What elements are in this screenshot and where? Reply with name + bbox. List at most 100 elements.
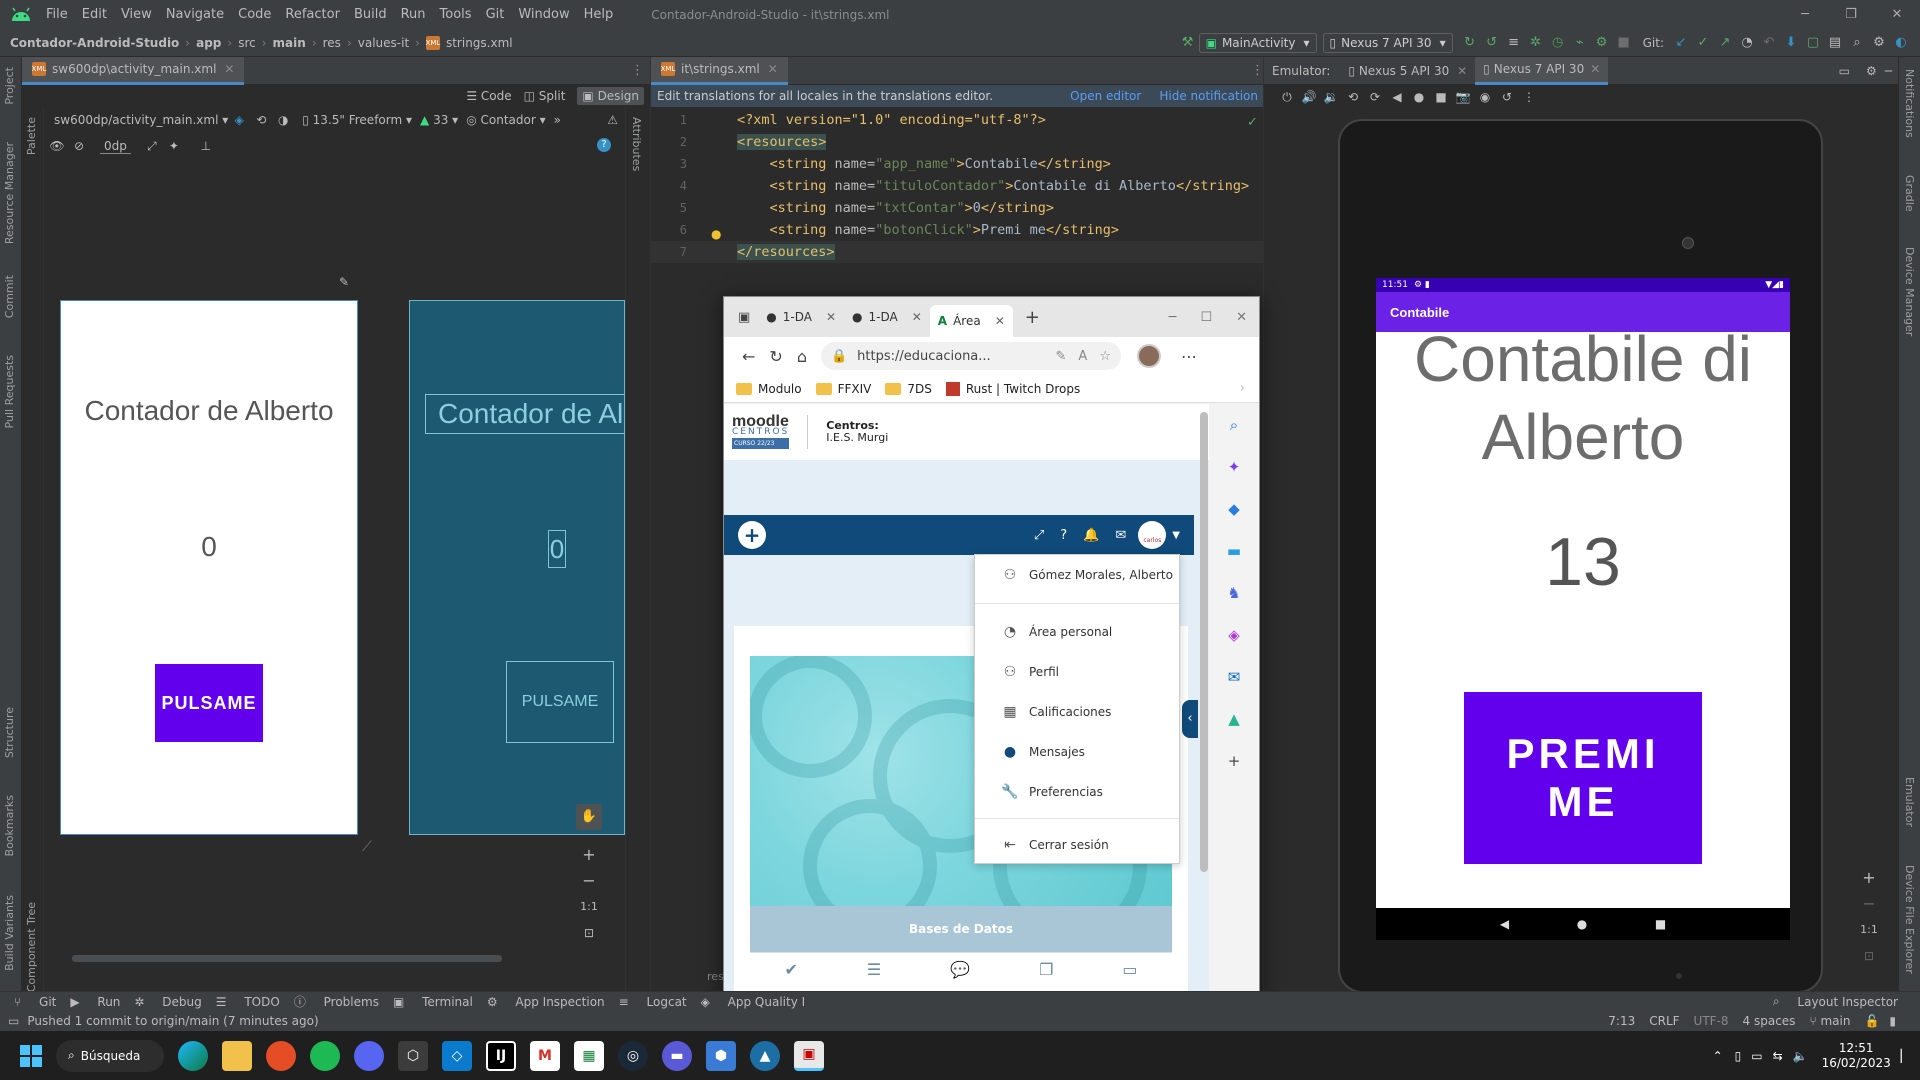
sidebar-office-icon[interactable]: ◈ <box>1209 614 1259 656</box>
device-manager-icon[interactable]: ▢ <box>1802 32 1824 54</box>
lock-status-icon[interactable]: 🔓 <box>1864 1014 1879 1028</box>
tray-clock[interactable]: 12:51 16/02/2023 <box>1822 1041 1891 1071</box>
menu-code[interactable]: Code <box>238 7 271 22</box>
tablet-screen[interactable]: 11:51 ⚙ ▮ ▼◢▮ Contabile Contabile di Alb… <box>1376 278 1790 908</box>
zoom-out-icon[interactable]: − <box>1858 891 1880 917</box>
device-select[interactable]: ▯ Nexus 7 API 30 ▾ <box>1322 32 1453 53</box>
tray-volume-icon[interactable]: 🔈 <box>1793 1049 1808 1063</box>
menu-perfil[interactable]: ⚇ Perfil <box>975 652 1179 692</box>
zoom-actual-size[interactable]: 1:1 <box>578 894 600 920</box>
zoom-out-icon[interactable]: − <box>578 868 600 894</box>
menu-area-personal[interactable]: ◔ Área personal <box>975 612 1179 652</box>
sidebar-tools-icon[interactable]: ▬ <box>1209 530 1259 572</box>
read-aloud-icon[interactable]: A <box>1078 349 1087 364</box>
toolwin-git[interactable]: ⑂ Git <box>14 995 56 1009</box>
virtualbox-icon[interactable]: ⬡ <box>398 1040 428 1071</box>
files-icon[interactable]: ❐ <box>1039 960 1053 979</box>
browser-tab-3-active[interactable]: A Área ✕ <box>929 305 1013 337</box>
home-icon[interactable]: ● <box>1408 86 1430 108</box>
apply-changes-icon[interactable]: ↻ <box>1459 32 1481 54</box>
warning-icon[interactable]: ⚠ <box>607 113 618 127</box>
code-line[interactable]: 2 <resources> <box>651 131 827 153</box>
sidebar-games-icon[interactable]: ♞ <box>1209 572 1259 614</box>
notifications-bell-icon[interactable]: 🔔 <box>1083 528 1099 543</box>
fullscreen-icon[interactable]: ⤢ <box>1034 528 1044 543</box>
android-icon[interactable]: ⚙ <box>1591 32 1613 54</box>
tool-tab-build-variants[interactable]: Build Variants <box>3 895 16 971</box>
spotify-icon[interactable] <box>310 1040 340 1071</box>
menu-refactor[interactable]: Refactor <box>285 7 340 22</box>
breadcrumb-file[interactable]: strings.xml <box>446 36 513 50</box>
menu-tools[interactable]: Tools <box>440 7 472 22</box>
volume-up-icon[interactable]: 🔊 <box>1298 86 1320 108</box>
breadcrumb-src[interactable]: src <box>238 36 256 50</box>
preview-button[interactable]: PULSAME <box>155 664 263 742</box>
page-scrollbar[interactable] <box>1200 412 1208 872</box>
tab-strings-xml[interactable]: XML it\strings.xml ✕ <box>651 56 788 85</box>
mode-design-button[interactable]: ▣ Design <box>577 87 644 105</box>
grades-icon[interactable]: ☰ <box>867 960 881 979</box>
user-avatar[interactable]: carlos <box>1138 521 1167 549</box>
line-separator[interactable]: CRLF <box>1649 1014 1679 1028</box>
guidelines-icon[interactable]: ⊥ <box>195 135 217 157</box>
nav-home-icon[interactable]: ● <box>1577 917 1587 931</box>
windows-start-icon[interactable] <box>20 1044 42 1067</box>
file-explorer-icon[interactable] <box>222 1040 252 1071</box>
course-card-title[interactable]: Bases de Datos <box>750 906 1172 952</box>
toolwin-todo[interactable]: ☰ TODO <box>216 995 280 1009</box>
user-menu-caret-icon[interactable]: ▼ <box>1172 530 1180 541</box>
tool-tab-pull-requests[interactable]: Pull Requests <box>3 355 16 428</box>
tool-tab-resource-manager[interactable]: Resource Manager <box>3 142 16 244</box>
toolwin-app-quality[interactable]: ◈ App Quality I <box>701 995 806 1009</box>
close-tab-icon[interactable]: ✕ <box>224 62 234 76</box>
restore-icon[interactable]: ❐ <box>1828 0 1874 29</box>
mode-code-button[interactable]: ☰ Code <box>466 89 511 103</box>
settings-icon[interactable]: ⚙ <box>1868 32 1890 54</box>
device-size-select[interactable]: ▯ 13.5" Freeform ▾ <box>302 113 412 127</box>
refresh-icon[interactable]: ↻ <box>769 347 782 366</box>
bookmarks-more-icon[interactable]: › <box>1240 381 1245 396</box>
rotate-left-icon[interactable]: ⟲ <box>1342 86 1364 108</box>
gmail-icon[interactable]: M <box>530 1040 560 1071</box>
tray-monitor-icon[interactable]: ▭ <box>1751 1049 1762 1063</box>
blueprint-button[interactable]: PULSAME <box>506 661 614 743</box>
db-icon[interactable]: ⬢ <box>706 1040 736 1071</box>
overview-icon[interactable]: ■ <box>1430 86 1452 108</box>
rollback-icon[interactable]: ↶ <box>1758 32 1780 54</box>
menu-run[interactable]: Run <box>401 7 426 22</box>
notification-center-icon[interactable]: ▏ <box>1901 1049 1910 1063</box>
steam-icon[interactable]: ◎ <box>618 1040 648 1071</box>
breadcrumb-main[interactable]: main <box>273 36 306 50</box>
zoom-fit-icon[interactable]: ⊡ <box>578 920 600 946</box>
resize-handle-icon[interactable]: ⟋ <box>362 839 372 855</box>
sidebar-outlook-icon[interactable]: ✉ <box>1209 656 1259 698</box>
toolwin-run[interactable]: ▶ Run <box>70 995 120 1009</box>
more-options-icon[interactable]: ⋮ <box>1518 86 1540 108</box>
media-icon[interactable]: ▬ <box>662 1040 692 1071</box>
tray-network-icon[interactable]: ⇆ <box>1773 1049 1783 1063</box>
browser-menu-icon[interactable]: ⋯ <box>1181 347 1197 366</box>
premi-me-button[interactable]: PREMI ME <box>1464 692 1702 864</box>
sync-icon[interactable]: ≡ <box>1503 32 1525 54</box>
browser-tab-1[interactable]: ● 1-DA ✕ <box>758 303 844 331</box>
volume-down-icon[interactable]: 🔉 <box>1320 86 1342 108</box>
run-config-select[interactable]: ▣ MainActivity ▾ <box>1198 32 1317 53</box>
tab-options-icon[interactable]: ⋮ <box>631 63 644 78</box>
taskbar-search[interactable]: ⌕ Búsqueda <box>56 1039 164 1072</box>
close-icon[interactable]: ✕ <box>1874 0 1920 29</box>
tab-activity-main[interactable]: XML sw600dp\activity_main.xml ✕ <box>22 56 245 85</box>
tool-tab-project[interactable]: Project <box>3 67 16 105</box>
sidebar-search-icon[interactable]: ⌕ <box>1209 404 1259 446</box>
add-circle-icon[interactable]: + <box>738 521 766 549</box>
menu-mensajes[interactable]: ● Mensajes <box>975 732 1179 772</box>
code-line[interactable]: 7 </resources> <box>651 241 1271 263</box>
home-icon[interactable]: ⌂ <box>797 347 807 366</box>
memory-indicator-icon[interactable]: ▮ <box>1889 1014 1896 1028</box>
layout-file-select[interactable]: sw600dp/activity_main.xml ▾ <box>54 113 228 127</box>
nav-back-icon[interactable]: ◀ <box>1500 917 1509 931</box>
sidebar-discover-icon[interactable]: ✦ <box>1209 446 1259 488</box>
menu-view[interactable]: View <box>121 7 152 22</box>
menu-build[interactable]: Build <box>354 7 387 22</box>
discord-icon[interactable] <box>354 1040 384 1071</box>
figma-like-icon[interactable] <box>266 1040 296 1071</box>
